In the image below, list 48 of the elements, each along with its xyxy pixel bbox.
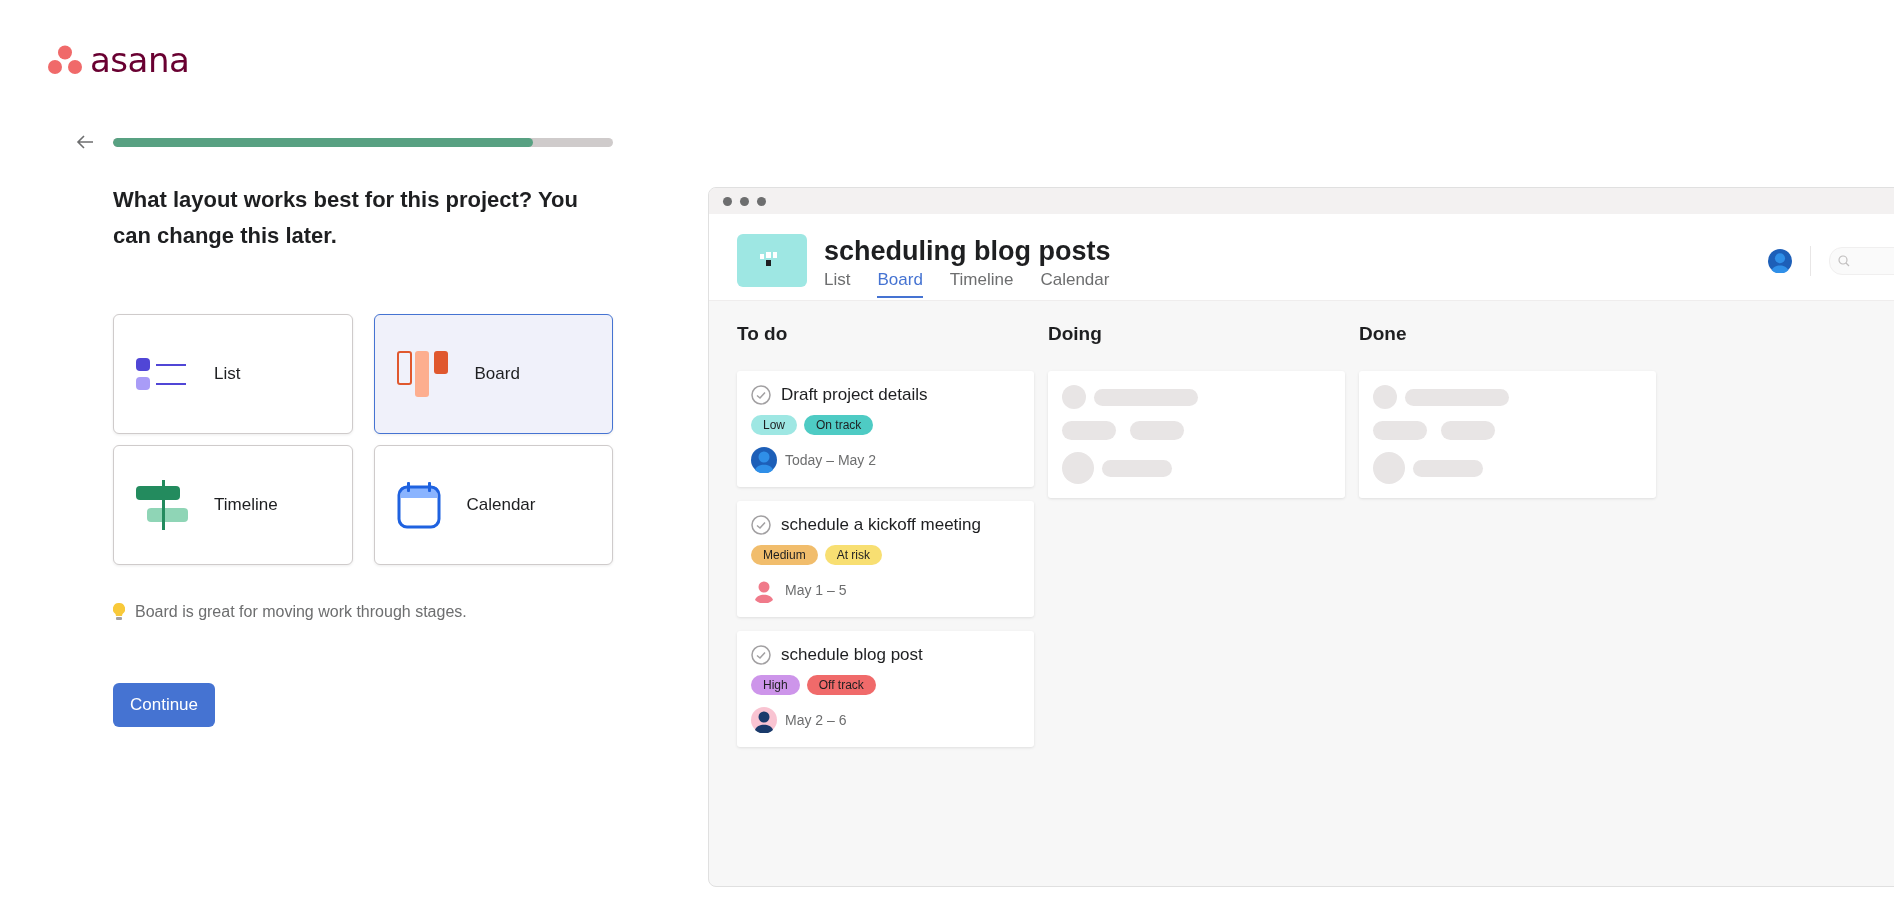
lightbulb-icon — [113, 603, 125, 621]
column-title: To do — [737, 323, 789, 346]
task-tag: At risk — [824, 545, 883, 565]
task-tag: On track — [804, 415, 874, 435]
task-tag: Medium — [751, 545, 818, 565]
task-name: schedule a kickoff meeting — [781, 515, 982, 535]
layout-option[interactable]: Board — [373, 314, 613, 434]
due-date: May 1 – 5 — [785, 582, 847, 598]
window-dot-icon — [723, 196, 732, 206]
check-circle-icon[interactable] — [751, 645, 771, 665]
view-tab[interactable]: Calendar — [1040, 270, 1110, 298]
task-tag: High — [751, 675, 800, 695]
continue-button[interactable]: Continue — [113, 683, 215, 727]
layout-option[interactable]: Timeline — [113, 445, 353, 565]
list-icon — [136, 356, 188, 392]
task-card[interactable]: Draft project details Low On track Today – May 2 — [737, 371, 1034, 487]
search-icon — [1838, 255, 1850, 267]
task-name: schedule blog post — [781, 645, 923, 665]
timeline-icon — [136, 480, 188, 530]
user-avatar — [1768, 249, 1792, 273]
project-icon — [737, 234, 807, 287]
view-tab[interactable]: Board — [877, 270, 923, 298]
view-tab[interactable]: Timeline — [949, 270, 1014, 298]
task-card[interactable]: schedule a kickoff meeting Medium At risk May 1 – 5 — [737, 501, 1034, 617]
tip-text: Board is great for moving work through stages. — [135, 603, 467, 621]
column-title: Done — [1359, 323, 1408, 346]
assignee-avatar — [751, 707, 777, 733]
logo-icon — [48, 45, 82, 75]
due-date: Today – May 2 — [785, 452, 877, 468]
logo-wordmark: asana — [90, 44, 190, 76]
layout-option[interactable]: Calendar — [373, 445, 613, 565]
task-tag: Low — [751, 415, 797, 435]
column-title: Doing — [1048, 323, 1103, 346]
window-dot-icon — [757, 196, 766, 206]
task-name: Draft project details — [781, 385, 928, 405]
assignee-avatar — [751, 447, 777, 473]
board-icon — [396, 351, 449, 397]
calendar-icon — [396, 481, 441, 529]
task-tag: Off track — [806, 675, 876, 695]
question-heading: What layout works best for this project? You can change this later. — [113, 186, 579, 250]
project-title: scheduling blog posts — [824, 235, 1111, 268]
layout-option[interactable]: List — [113, 314, 353, 434]
due-date: May 2 – 6 — [785, 712, 847, 728]
check-circle-icon[interactable] — [751, 515, 771, 535]
view-tab[interactable]: List — [824, 270, 851, 298]
check-circle-icon[interactable] — [751, 385, 771, 405]
task-card[interactable]: schedule blog post High Off track May 2 – 6 — [737, 631, 1034, 747]
window-dot-icon — [740, 196, 749, 206]
